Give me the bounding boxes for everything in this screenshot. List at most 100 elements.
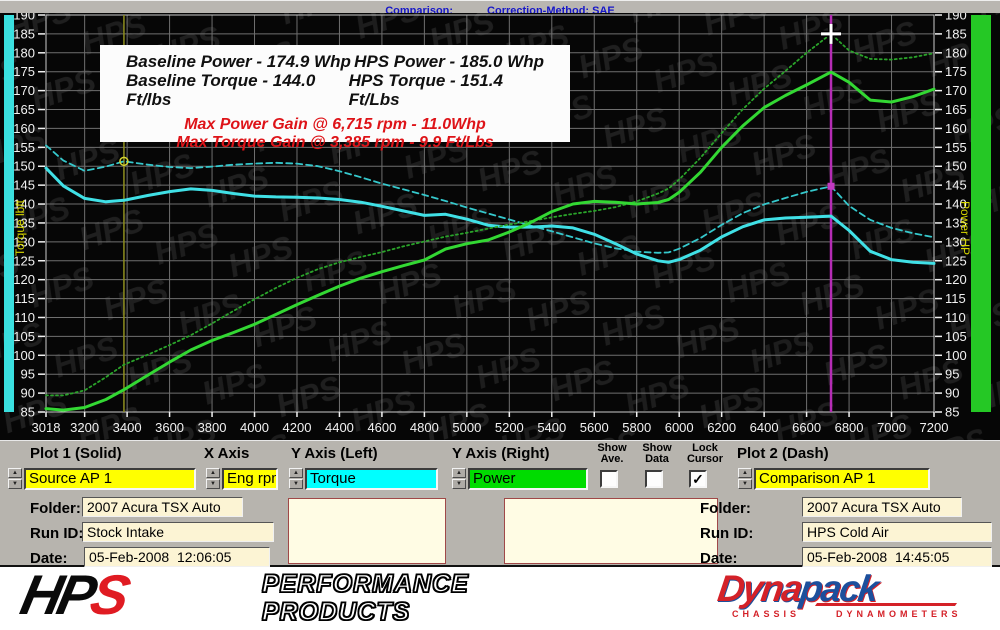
- hps-power-text: HPS Power - 185.0 Whp: [354, 52, 544, 71]
- svg-text:5200: 5200: [495, 420, 524, 435]
- svg-text:175: 175: [945, 64, 967, 79]
- svg-text:115: 115: [14, 291, 35, 306]
- svg-text:170: 170: [945, 83, 967, 98]
- svg-text:4400: 4400: [325, 420, 354, 435]
- spin-down-icon[interactable]: ▼: [289, 479, 303, 489]
- control-panel: Plot 1 (Solid) X Axis Y Axis (Left) Y Ax…: [0, 440, 1000, 567]
- svg-text:160: 160: [945, 121, 967, 136]
- svg-text:5600: 5600: [580, 420, 609, 435]
- xaxis-spinner[interactable]: ▲ ▼: [206, 468, 220, 490]
- svg-text:145: 145: [945, 178, 967, 193]
- runid-field-left[interactable]: Stock Intake: [82, 522, 274, 542]
- svg-text:6200: 6200: [707, 420, 736, 435]
- svg-text:90: 90: [945, 386, 959, 401]
- svg-text:100: 100: [13, 348, 35, 363]
- plot1-label: Plot 1 (Solid): [30, 445, 122, 462]
- svg-text:3800: 3800: [198, 420, 227, 435]
- spin-up-icon[interactable]: ▲: [289, 468, 303, 478]
- yaxis-left-label: Y Axis (Left): [291, 445, 378, 462]
- svg-text:185: 185: [945, 26, 967, 41]
- svg-text:180: 180: [13, 45, 35, 60]
- xaxis-select[interactable]: Eng rpm: [222, 468, 278, 490]
- svg-text:6800: 6800: [835, 420, 864, 435]
- svg-text:6400: 6400: [750, 420, 779, 435]
- svg-text:7000: 7000: [877, 420, 906, 435]
- svg-text:6600: 6600: [792, 420, 821, 435]
- performance-products-text: PERFORMANCE PRODUCTS: [262, 570, 469, 626]
- dynapack-logo: Dynapack CHASSISDYNAMOMETERS: [718, 570, 962, 619]
- hps-logo: HPS: [16, 565, 132, 625]
- show-data-checkbox[interactable]: [645, 470, 663, 488]
- folder-field-left[interactable]: 2007 Acura TSX Auto: [82, 497, 243, 517]
- svg-text:110: 110: [945, 310, 966, 325]
- spin-down-icon[interactable]: ▼: [206, 479, 220, 489]
- dyno-chart-area[interactable]: HPS HPS 85859090959510010010510511011011…: [0, 13, 1000, 440]
- svg-text:95: 95: [21, 367, 35, 382]
- dyno-summary-box: Baseline Power - 174.9 Whp HPS Power - 1…: [100, 45, 570, 142]
- hps-torque-text: HPS Torque - 151.4 Ft/Lbs: [349, 71, 544, 109]
- svg-text:4000: 4000: [240, 420, 269, 435]
- spin-down-icon[interactable]: ▼: [738, 479, 752, 489]
- plot2-select[interactable]: Comparison AP 1: [754, 468, 930, 490]
- spin-up-icon[interactable]: ▲: [8, 468, 22, 478]
- spin-up-icon[interactable]: ▲: [206, 468, 220, 478]
- plot2-label: Plot 2 (Dash): [737, 445, 829, 462]
- svg-text:180: 180: [945, 45, 967, 60]
- svg-text:85: 85: [945, 405, 959, 420]
- svg-text:190: 190: [13, 13, 35, 23]
- svg-text:3018: 3018: [32, 420, 61, 435]
- svg-text:120: 120: [945, 272, 967, 287]
- runid-field-right[interactable]: HPS Cold Air: [802, 522, 992, 542]
- svg-text:165: 165: [13, 102, 35, 117]
- spin-down-icon[interactable]: ▼: [452, 479, 466, 489]
- spin-up-icon[interactable]: ▲: [452, 468, 466, 478]
- show-ave-checkbox[interactable]: [600, 470, 618, 488]
- yaxis-right-select[interactable]: Power: [468, 468, 588, 490]
- svg-text:115: 115: [945, 291, 966, 306]
- svg-text:165: 165: [945, 102, 967, 117]
- comment-box-right[interactable]: [504, 498, 718, 564]
- show-ave-label: ShowAve.: [590, 443, 634, 465]
- max-power-gain-text: Max Power Gain @ 6,715 rpm - 11.0Whp: [100, 116, 570, 134]
- baseline-torque-text: Baseline Torque - 144.0 Ft/lbs: [126, 71, 349, 109]
- svg-text:5400: 5400: [537, 420, 566, 435]
- yaxis-left-select[interactable]: Torque: [305, 468, 438, 490]
- svg-text:150: 150: [945, 159, 967, 174]
- svg-text:120: 120: [13, 272, 35, 287]
- comment-box-left[interactable]: [288, 498, 446, 564]
- logo-strip: HPS PERFORMANCE PRODUCTS Dynapack CHASSI…: [0, 567, 1000, 630]
- plot2-spinner[interactable]: ▲ ▼: [738, 468, 752, 490]
- runid-label-left: Run ID:: [30, 525, 83, 542]
- right-green-strip: [971, 15, 991, 412]
- svg-text:6000: 6000: [665, 420, 694, 435]
- date-label-right: Date:: [700, 550, 738, 567]
- plot1-select[interactable]: Source AP 1: [24, 468, 196, 490]
- svg-text:155: 155: [945, 140, 967, 155]
- lock-cursor-checkbox[interactable]: ✓: [689, 470, 707, 488]
- svg-text:5800: 5800: [622, 420, 651, 435]
- svg-text:125: 125: [945, 253, 967, 268]
- spin-up-icon[interactable]: ▲: [738, 468, 752, 478]
- svg-text:145: 145: [13, 178, 35, 193]
- plot1-spinner[interactable]: ▲ ▼: [8, 468, 22, 490]
- svg-text:95: 95: [945, 367, 959, 382]
- folder-label-right: Folder:: [700, 500, 751, 517]
- svg-text:90: 90: [21, 386, 35, 401]
- date-field-right[interactable]: 05-Feb-2008 14:45:05: [802, 547, 992, 567]
- svg-text:175: 175: [13, 64, 35, 79]
- svg-text:110: 110: [14, 310, 35, 325]
- folder-field-right[interactable]: 2007 Acura TSX Auto: [802, 497, 962, 517]
- svg-text:3600: 3600: [155, 420, 184, 435]
- yaxis-left-spinner[interactable]: ▲ ▼: [289, 468, 303, 490]
- svg-text:5000: 5000: [452, 420, 481, 435]
- spin-down-icon[interactable]: ▼: [8, 479, 22, 489]
- show-data-label: ShowData: [635, 443, 679, 465]
- baseline-power-text: Baseline Power - 174.9 Whp: [126, 52, 351, 71]
- runid-label-right: Run ID:: [700, 525, 753, 542]
- folder-label-left: Folder:: [30, 500, 81, 517]
- xaxis-label: X Axis: [204, 445, 249, 462]
- yaxis-right-spinner[interactable]: ▲ ▼: [452, 468, 466, 490]
- svg-text:105: 105: [945, 329, 967, 344]
- svg-text:105: 105: [13, 329, 35, 344]
- svg-text:160: 160: [13, 121, 35, 136]
